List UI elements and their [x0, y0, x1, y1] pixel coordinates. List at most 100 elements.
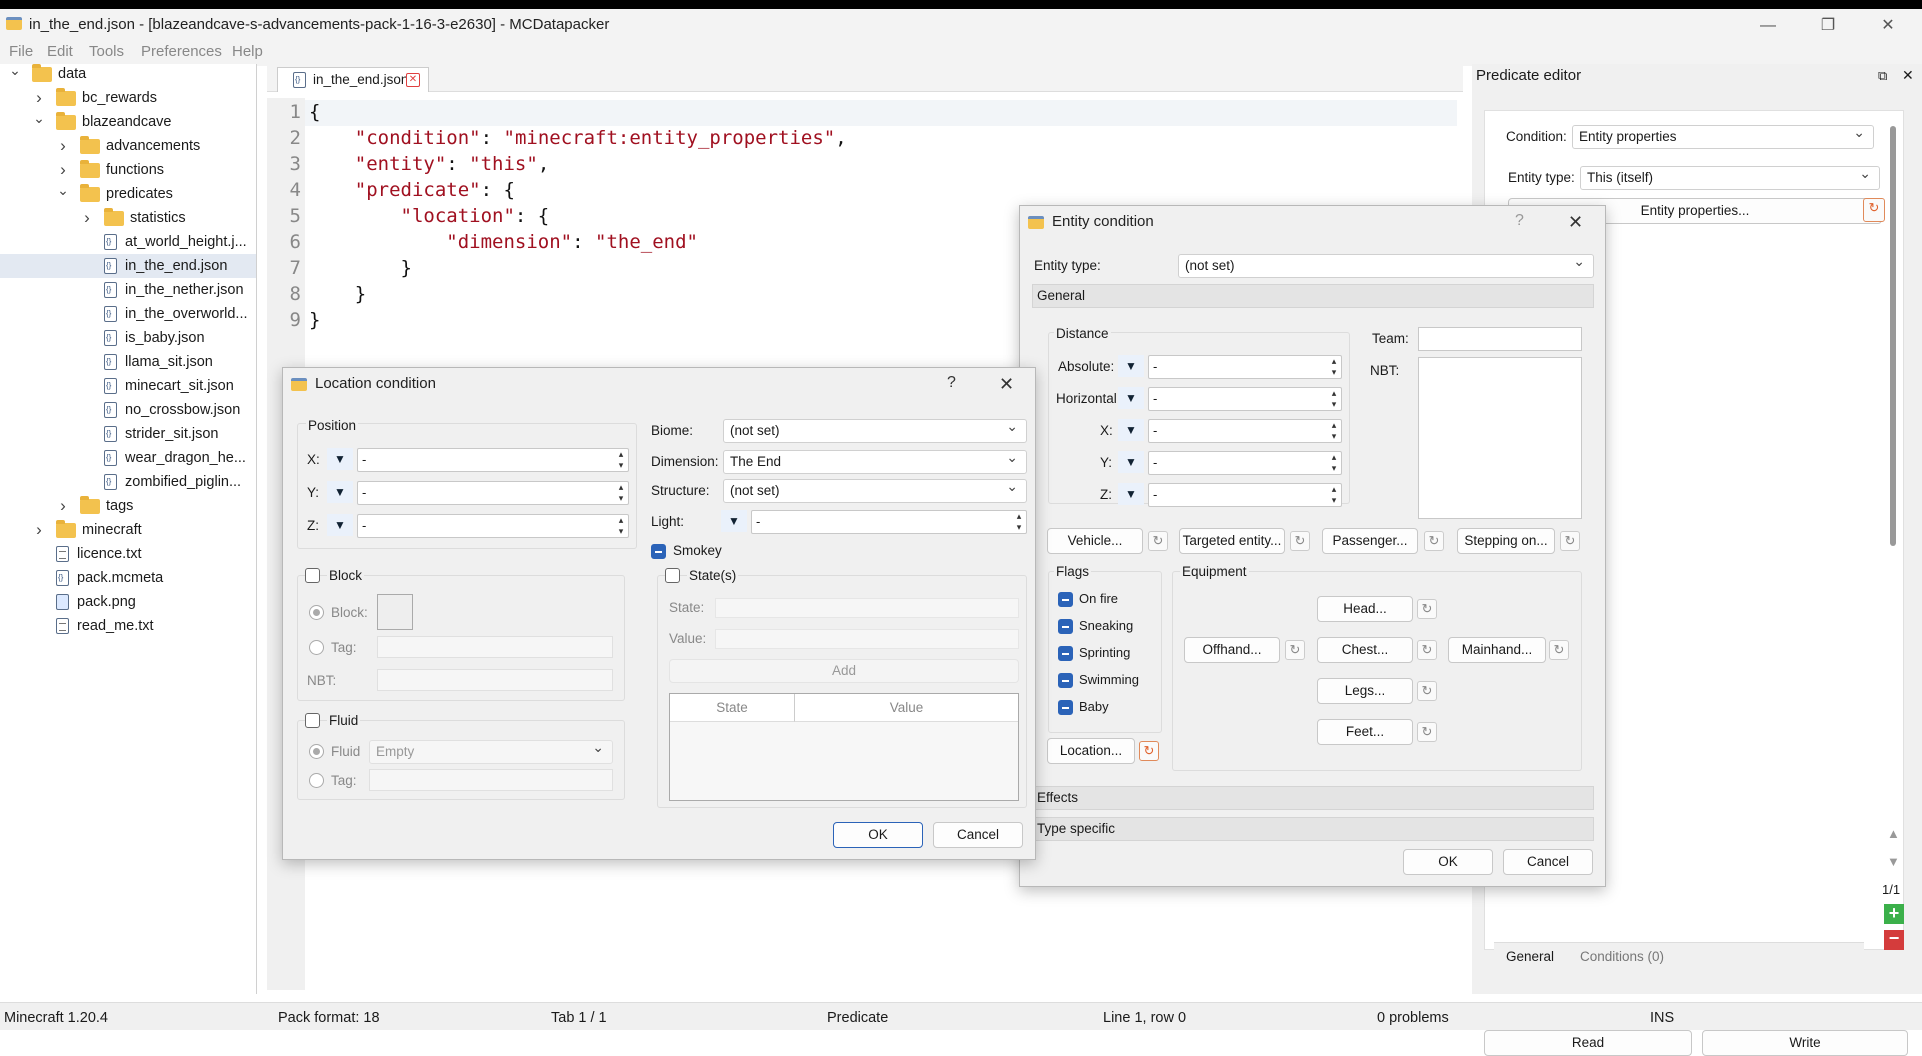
remove-icon[interactable]: −: [1884, 929, 1904, 950]
y-input[interactable]: -: [1148, 451, 1342, 475]
tree-item[interactable]: ⌄ predicates: [0, 182, 256, 206]
nbt-input[interactable]: [377, 669, 613, 691]
tree-item[interactable]: read_me.txt: [0, 614, 256, 638]
condition-select[interactable]: Entity properties: [1572, 125, 1874, 149]
code-line[interactable]: "entity": "this",: [309, 153, 550, 175]
reset-icon[interactable]: ↻: [1863, 198, 1885, 222]
reset-icon[interactable]: ↻: [1417, 681, 1437, 701]
chevron-down-icon[interactable]: ⌄: [8, 58, 22, 82]
scroll-down-icon[interactable]: ▼: [1887, 854, 1900, 869]
ok-button[interactable]: OK: [1403, 849, 1493, 875]
location-button[interactable]: Location...: [1047, 738, 1135, 764]
tree-item[interactable]: llama_sit.json: [0, 350, 256, 374]
structure-select[interactable]: (not set): [723, 479, 1027, 503]
x-input[interactable]: -: [357, 448, 629, 472]
menu-edit[interactable]: Edit: [47, 43, 73, 60]
dimension-select[interactable]: The End: [723, 450, 1027, 474]
type-specific-section[interactable]: Type specific: [1032, 817, 1594, 841]
value-column-header[interactable]: Value: [795, 694, 1018, 722]
passenger-button[interactable]: Passenger...: [1322, 528, 1418, 554]
flag-checkbox[interactable]: [1058, 673, 1073, 688]
tree-item[interactable]: › minecraft: [0, 518, 256, 542]
biome-select[interactable]: (not set): [723, 419, 1027, 443]
close-tab-icon[interactable]: ✕: [406, 73, 420, 87]
general-section[interactable]: General: [1032, 284, 1594, 308]
flag-checkbox[interactable]: [1058, 592, 1073, 607]
team-input[interactable]: [1418, 327, 1582, 351]
chevron-down-icon[interactable]: ⌄: [56, 178, 70, 202]
reset-icon[interactable]: ↻: [1417, 599, 1437, 619]
chest-button[interactable]: Chest...: [1317, 637, 1413, 663]
head-button[interactable]: Head...: [1317, 596, 1413, 622]
reset-icon[interactable]: ↻: [1148, 531, 1168, 551]
dropdown-arrow[interactable]: ▼: [327, 514, 353, 536]
tree-item[interactable]: › advancements: [0, 134, 256, 158]
close-panel-icon[interactable]: ✕: [1902, 67, 1914, 84]
y-input[interactable]: -: [357, 481, 629, 505]
chevron-right-icon[interactable]: ›: [32, 518, 46, 542]
menu-help[interactable]: Help: [232, 43, 263, 60]
dropdown-arrow[interactable]: ▼: [1118, 451, 1144, 473]
scroll-up-icon[interactable]: ▲: [1887, 826, 1900, 841]
tree-item[interactable]: licence.txt: [0, 542, 256, 566]
block-radio[interactable]: [309, 605, 324, 620]
dropdown-arrow[interactable]: ▼: [327, 448, 353, 470]
scrollbar[interactable]: [1890, 126, 1896, 546]
tree-item[interactable]: strider_sit.json: [0, 422, 256, 446]
tree-item[interactable]: pack.png: [0, 590, 256, 614]
effects-section[interactable]: Effects: [1032, 786, 1594, 810]
tab-general[interactable]: General: [1506, 949, 1554, 964]
minimize-button[interactable]: —: [1745, 12, 1791, 40]
code-line[interactable]: }: [309, 309, 320, 331]
chevron-down-icon[interactable]: ⌄: [32, 106, 46, 130]
close-dialog-icon[interactable]: ✕: [1568, 212, 1583, 233]
menu-preferences[interactable]: Preferences: [141, 43, 222, 60]
dropdown-arrow[interactable]: ▼: [1118, 419, 1144, 441]
add-button[interactable]: Add: [669, 659, 1019, 683]
tree-item[interactable]: in_the_nether.json: [0, 278, 256, 302]
tree-item[interactable]: › tags: [0, 494, 256, 518]
z-input[interactable]: -: [357, 514, 629, 538]
states-checkbox[interactable]: [665, 568, 680, 583]
legs-button[interactable]: Legs...: [1317, 678, 1413, 704]
horizontal-input[interactable]: -: [1148, 387, 1342, 411]
tree-item[interactable]: at_world_height.j...: [0, 230, 256, 254]
write-button[interactable]: Write: [1702, 1030, 1908, 1056]
add-icon[interactable]: +: [1884, 904, 1904, 924]
chevron-right-icon[interactable]: ›: [56, 494, 70, 518]
value-input[interactable]: [715, 629, 1019, 649]
float-panel-icon[interactable]: ⧉: [1878, 68, 1887, 84]
tree-item[interactable]: wear_dragon_he...: [0, 446, 256, 470]
reset-icon[interactable]: ↻: [1285, 640, 1305, 660]
block-checkbox[interactable]: [305, 568, 320, 583]
dropdown-arrow[interactable]: ▼: [1118, 355, 1144, 377]
feet-button[interactable]: Feet...: [1317, 719, 1413, 745]
code-line[interactable]: "condition": "minecraft:entity_propertie…: [309, 127, 847, 149]
offhand-button[interactable]: Offhand...: [1184, 637, 1280, 663]
dropdown-arrow[interactable]: ▼: [1118, 387, 1144, 409]
reset-icon[interactable]: ↻: [1139, 741, 1159, 761]
vehicle-button[interactable]: Vehicle...: [1047, 528, 1143, 554]
ok-button[interactable]: OK: [833, 822, 923, 848]
reset-icon[interactable]: ↻: [1424, 531, 1444, 551]
entity-type-select[interactable]: This (itself): [1580, 166, 1880, 190]
block-slot[interactable]: [377, 594, 413, 630]
entity-type-select[interactable]: (not set): [1178, 254, 1594, 278]
reset-icon[interactable]: ↻: [1549, 640, 1569, 660]
tree-item[interactable]: minecart_sit.json: [0, 374, 256, 398]
read-button[interactable]: Read: [1484, 1030, 1692, 1056]
tree-item[interactable]: zombified_piglin...: [0, 470, 256, 494]
tree-item[interactable]: › functions: [0, 158, 256, 182]
cancel-button[interactable]: Cancel: [933, 822, 1023, 848]
code-line[interactable]: "location": {: [309, 205, 550, 227]
close-dialog-icon[interactable]: ✕: [999, 374, 1014, 395]
smokey-checkbox[interactable]: [651, 544, 666, 559]
tree-item[interactable]: ⌄ blazeandcave: [0, 110, 256, 134]
fluid-tag-radio[interactable]: [309, 773, 324, 788]
tree-item[interactable]: no_crossbow.json: [0, 398, 256, 422]
flag-checkbox[interactable]: [1058, 646, 1073, 661]
z-input[interactable]: -: [1148, 483, 1342, 507]
tree-item[interactable]: pack.mcmeta: [0, 566, 256, 590]
x-input[interactable]: -: [1148, 419, 1342, 443]
flag-checkbox[interactable]: [1058, 619, 1073, 634]
